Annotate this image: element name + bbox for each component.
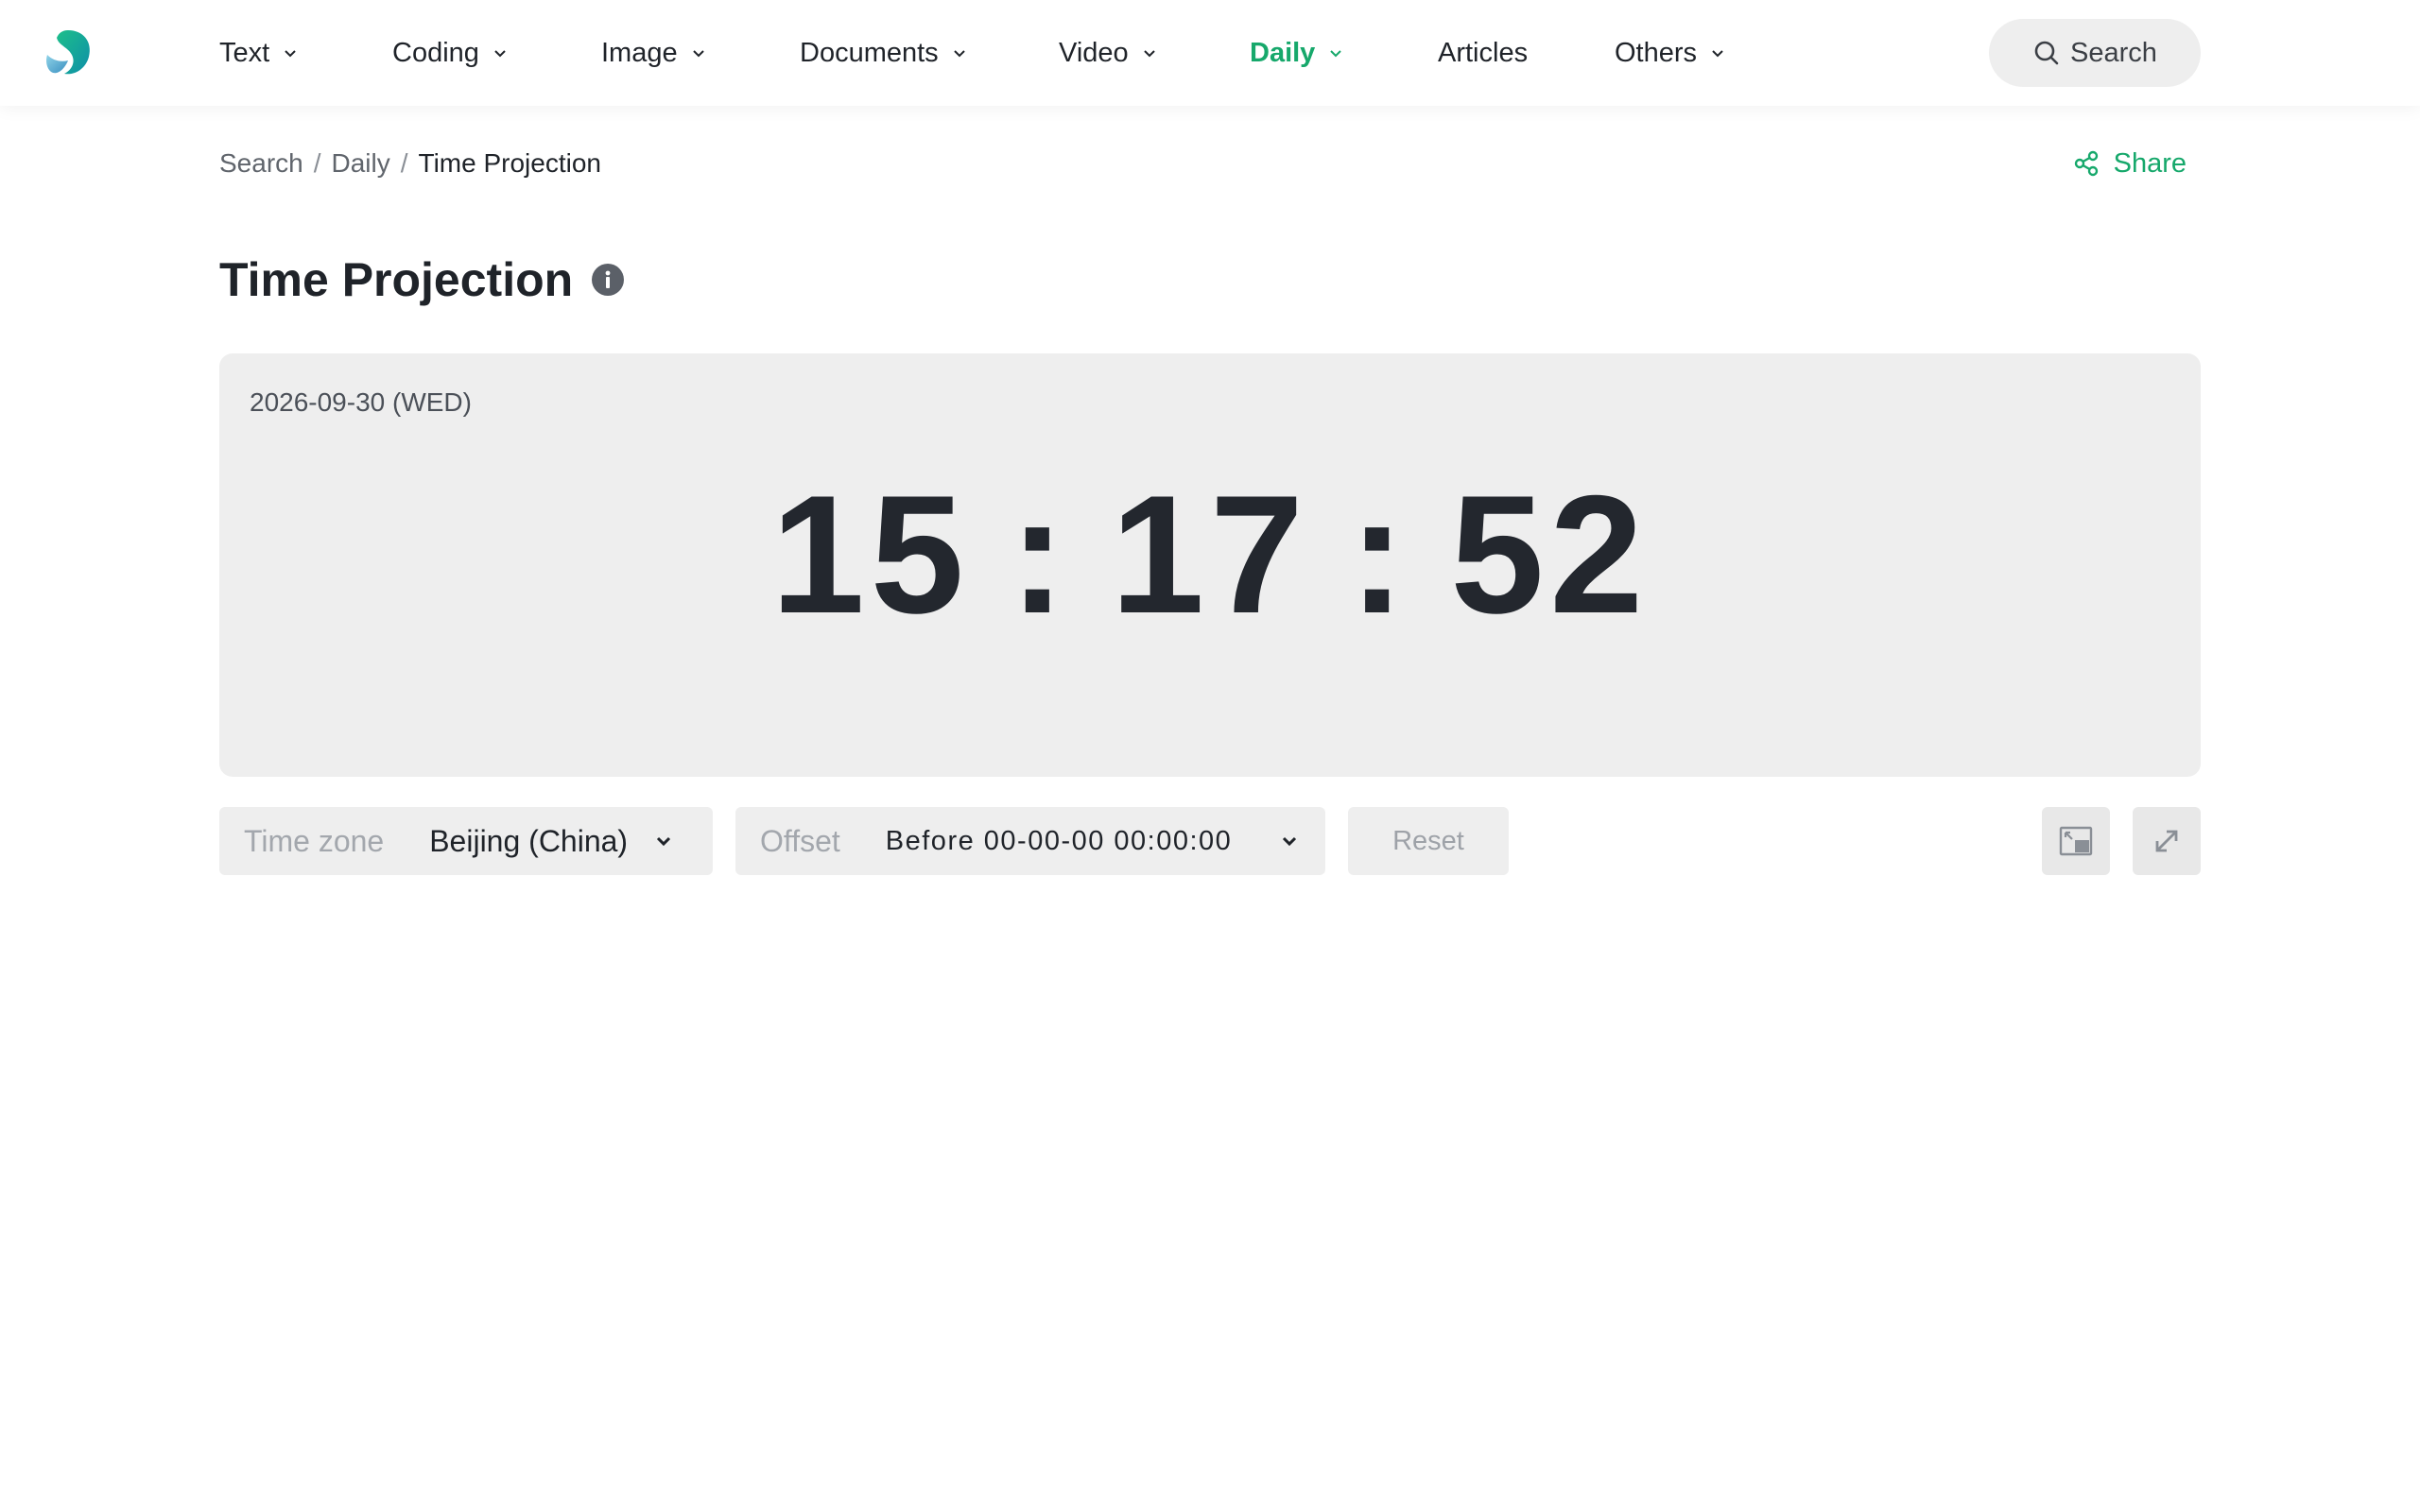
share-icon (2074, 150, 2098, 177)
app-logo[interactable] (43, 28, 93, 77)
clock-separator: : (1349, 460, 1411, 648)
clock-minutes: 17 (1111, 460, 1309, 648)
timezone-select[interactable]: Time zone Beijing (China) (219, 807, 713, 875)
nav-item-articles[interactable]: Articles (1438, 0, 1528, 106)
top-navigation-bar: Text Coding Image Documents Video Daily … (0, 0, 2420, 106)
breadcrumb-current: Time Projection (418, 148, 601, 178)
chevron-down-icon (1330, 50, 1342, 58)
search-button[interactable]: Search (1989, 19, 2201, 87)
nav-item-daily[interactable]: Daily (1250, 0, 1343, 106)
clock-time: 15:17:52 (219, 471, 2201, 639)
picture-in-picture-icon (2059, 826, 2093, 856)
chevron-down-icon (692, 50, 704, 58)
fullscreen-button[interactable] (2133, 807, 2201, 875)
picture-in-picture-button[interactable] (2042, 807, 2110, 875)
timezone-label: Time zone (244, 823, 385, 858)
chevron-down-icon (1712, 50, 1723, 58)
timezone-value: Beijing (China) (429, 823, 629, 858)
info-icon[interactable] (592, 264, 625, 296)
chevron-down-icon (494, 50, 506, 58)
fullscreen-icon (2155, 830, 2178, 852)
offset-value: Before 00-00-00 00:00:00 (885, 825, 1233, 856)
nav-item-label: Image (601, 37, 678, 68)
breadcrumb: Search / Daily / Time Projection (219, 146, 601, 181)
offset-label: Offset (760, 823, 840, 858)
nav-item-label: Articles (1438, 37, 1529, 68)
breadcrumb-daily[interactable]: Daily (332, 148, 390, 179)
chevron-down-icon (1143, 50, 1155, 58)
share-button[interactable]: Share (2072, 146, 2187, 181)
clock-hours: 15 (770, 460, 970, 648)
search-icon (2034, 41, 2059, 65)
nav-item-label: Video (1059, 37, 1129, 68)
chevron-down-icon (953, 50, 965, 58)
caret-down-icon (1282, 836, 1297, 847)
nav-item-others[interactable]: Others (1615, 0, 1725, 106)
page-title-text: Time Projection (219, 253, 574, 306)
clock-separator: : (1009, 460, 1071, 648)
chevron-down-icon (285, 50, 296, 58)
nav-item-label: Others (1615, 37, 1698, 68)
nav-item-label: Documents (800, 37, 939, 68)
caret-down-icon (656, 836, 671, 847)
nav-item-label: Coding (392, 37, 479, 68)
nav-item-label: Text (219, 37, 270, 68)
breadcrumb-search[interactable]: Search (219, 148, 303, 179)
offset-select[interactable]: Offset Before 00-00-00 00:00:00 (735, 807, 1325, 875)
nav-item-image[interactable]: Image (601, 0, 706, 106)
nav-item-video[interactable]: Video (1059, 0, 1157, 106)
clock-seconds: 52 (1450, 460, 1650, 648)
breadcrumb-separator: / (313, 148, 321, 178)
search-label: Search (2070, 37, 2157, 68)
nav-item-label: Daily (1250, 37, 1316, 68)
clock-display-panel: 2026-09-30 (WED) 15:17:52 (219, 353, 2201, 777)
page-title: Time Projection (219, 251, 625, 308)
share-label: Share (2113, 147, 2187, 179)
nav-item-coding[interactable]: Coding (392, 0, 508, 106)
breadcrumb-separator: / (400, 148, 408, 178)
nav-item-documents[interactable]: Documents (800, 0, 967, 106)
reset-button[interactable]: Reset (1348, 807, 1509, 875)
nav-item-text[interactable]: Text (219, 0, 298, 106)
clock-date: 2026-09-30 (WED) (250, 387, 472, 417)
